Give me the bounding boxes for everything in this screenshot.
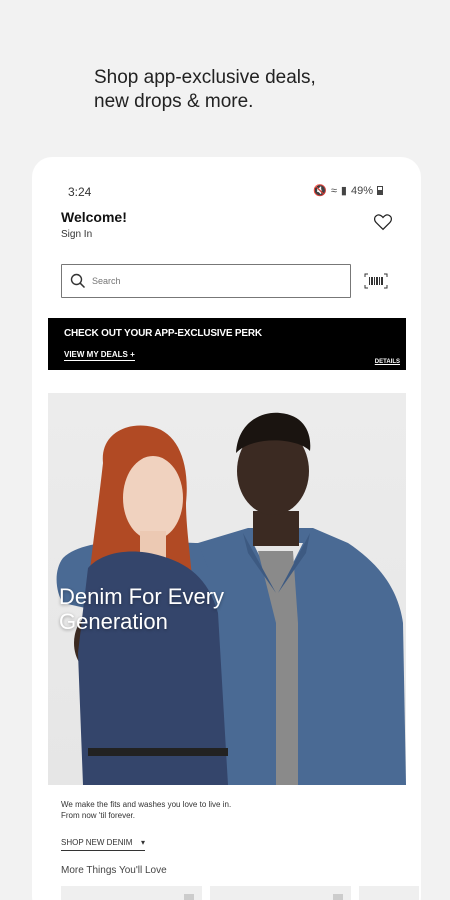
wishlist-icon[interactable] bbox=[333, 894, 343, 900]
status-icons: 🔇 ≈ ▮ 49% bbox=[313, 184, 383, 197]
battery-percent: 49% bbox=[350, 184, 373, 197]
hero-description-line1: We make the fits and washes you love to … bbox=[61, 800, 232, 809]
wifi-icon: ≈ bbox=[330, 184, 337, 197]
promo-banner[interactable]: CHECK OUT YOUR APP-EXCLUSIVE PERK VIEW M… bbox=[48, 318, 406, 370]
search-bar[interactable] bbox=[61, 264, 351, 298]
hero-description: We make the fits and washes you love to … bbox=[61, 799, 231, 821]
welcome-title: Welcome! bbox=[61, 209, 127, 225]
barcode-scanner-icon[interactable] bbox=[364, 273, 388, 289]
phone-screen: 3:24 🔇 ≈ ▮ 49% Welcome! Sign In CHECK OU… bbox=[32, 157, 421, 900]
promo-banner-title: CHECK OUT YOUR APP-EXCLUSIVE PERK bbox=[64, 328, 262, 339]
heart-icon[interactable] bbox=[373, 213, 393, 231]
search-icon bbox=[70, 273, 86, 289]
signal-icon: ▮ bbox=[340, 185, 347, 197]
sign-in-link[interactable]: Sign In bbox=[61, 229, 92, 240]
product-card[interactable] bbox=[210, 886, 351, 900]
hero-title-line1: Denim For Every bbox=[59, 584, 225, 609]
more-things-title: More Things You'll Love bbox=[61, 865, 167, 876]
wishlist-icon[interactable] bbox=[184, 894, 194, 900]
mute-icon: 🔇 bbox=[313, 185, 327, 197]
battery-icon bbox=[377, 186, 383, 195]
promo-details-link[interactable]: DETAILS bbox=[375, 359, 400, 365]
hero-title-line2: Generation bbox=[59, 609, 168, 634]
promo-headline: Shop app-exclusive deals, new drops & mo… bbox=[94, 66, 394, 114]
status-bar: 3:24 🔇 ≈ ▮ 49% bbox=[32, 157, 421, 199]
product-card[interactable] bbox=[61, 886, 202, 900]
chevron-down-icon: ▾ bbox=[140, 838, 145, 847]
hero-title: Denim For Every Generation bbox=[59, 584, 279, 634]
shop-new-denim-link[interactable]: SHOP NEW DENIM ▾ bbox=[61, 838, 145, 851]
status-time: 3:24 bbox=[68, 185, 92, 199]
shop-new-denim-label: SHOP NEW DENIM bbox=[61, 838, 133, 847]
hero-description-line2: From now 'til forever. bbox=[61, 811, 135, 820]
search-input[interactable] bbox=[92, 276, 332, 286]
promo-headline-line2: new drops & more. bbox=[94, 91, 254, 112]
hero-banner[interactable]: Denim For Every Generation bbox=[48, 393, 406, 785]
promo-headline-line1: Shop app-exclusive deals, bbox=[94, 67, 316, 88]
view-deals-link[interactable]: VIEW MY DEALS + bbox=[64, 350, 135, 361]
product-card[interactable] bbox=[359, 886, 419, 900]
